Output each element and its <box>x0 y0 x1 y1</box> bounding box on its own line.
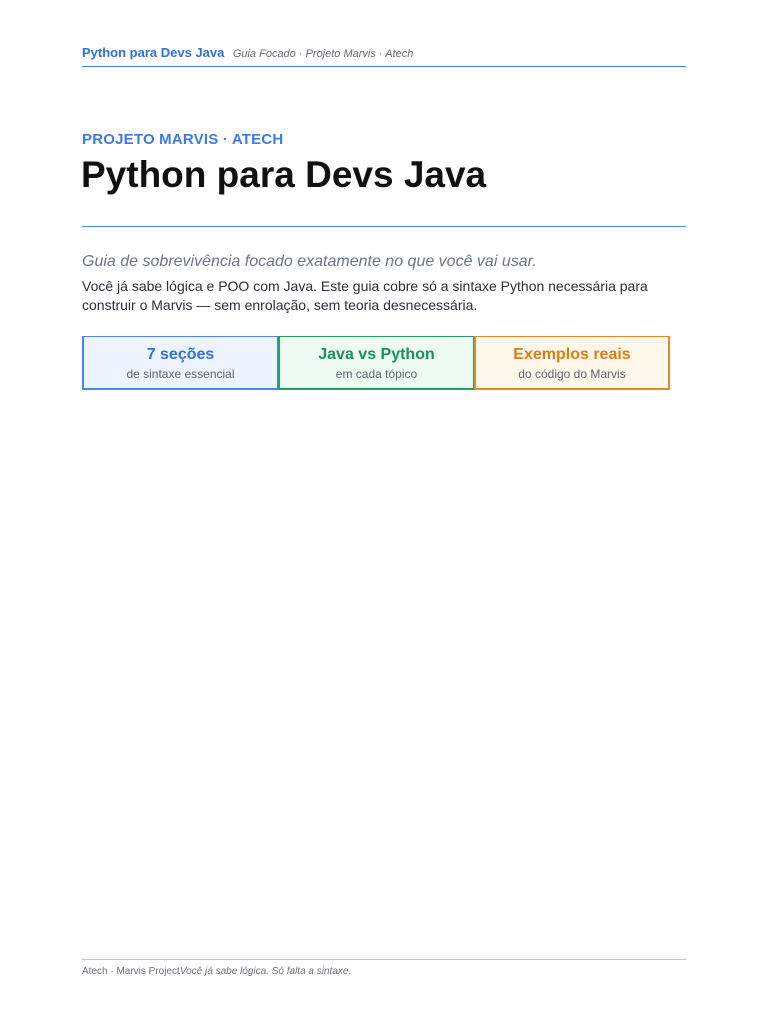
running-header: Python para Devs Java Guia Focado · Proj… <box>82 44 686 67</box>
feature-card-subtitle: de sintaxe essencial <box>126 367 235 381</box>
intro-paragraph: Você já sabe lógica e POO com Java. Este… <box>82 278 648 313</box>
running-footer: Atech · Marvis ProjectVocê já sabe lógic… <box>82 959 686 977</box>
feature-cards: 7 seções de sintaxe essencial Java vs Py… <box>82 336 670 390</box>
header-subtitle: Guia Focado · Projeto Marvis · Atech <box>232 48 414 60</box>
feature-card-examples: Exemplos reais do código do Marvis <box>474 336 670 390</box>
lead-text: Guia de sobrevivência focado exatamente … <box>82 253 537 270</box>
feature-card-title: Java vs Python <box>318 346 435 363</box>
header-brand: Python para Devs Java <box>82 45 225 60</box>
page-title: Python para Devs Java <box>81 154 487 195</box>
feature-card-title: Exemplos reais <box>513 346 631 363</box>
title-divider <box>82 226 686 227</box>
footer-left: Atech · Marvis Project <box>82 966 180 977</box>
footer-tagline: Você já sabe lógica. Só falta a sintaxe. <box>179 966 352 977</box>
feature-card-java-vs-python: Java vs Python em cada tópico <box>278 336 474 390</box>
feature-card-subtitle: em cada tópico <box>335 367 418 381</box>
feature-card-title: 7 seções <box>146 346 215 363</box>
eyebrow-label: PROJETO MARVIS · ATECH <box>82 131 284 148</box>
feature-card-sections: 7 seções de sintaxe essencial <box>82 336 278 390</box>
feature-card-subtitle: do código do Marvis <box>518 367 626 381</box>
